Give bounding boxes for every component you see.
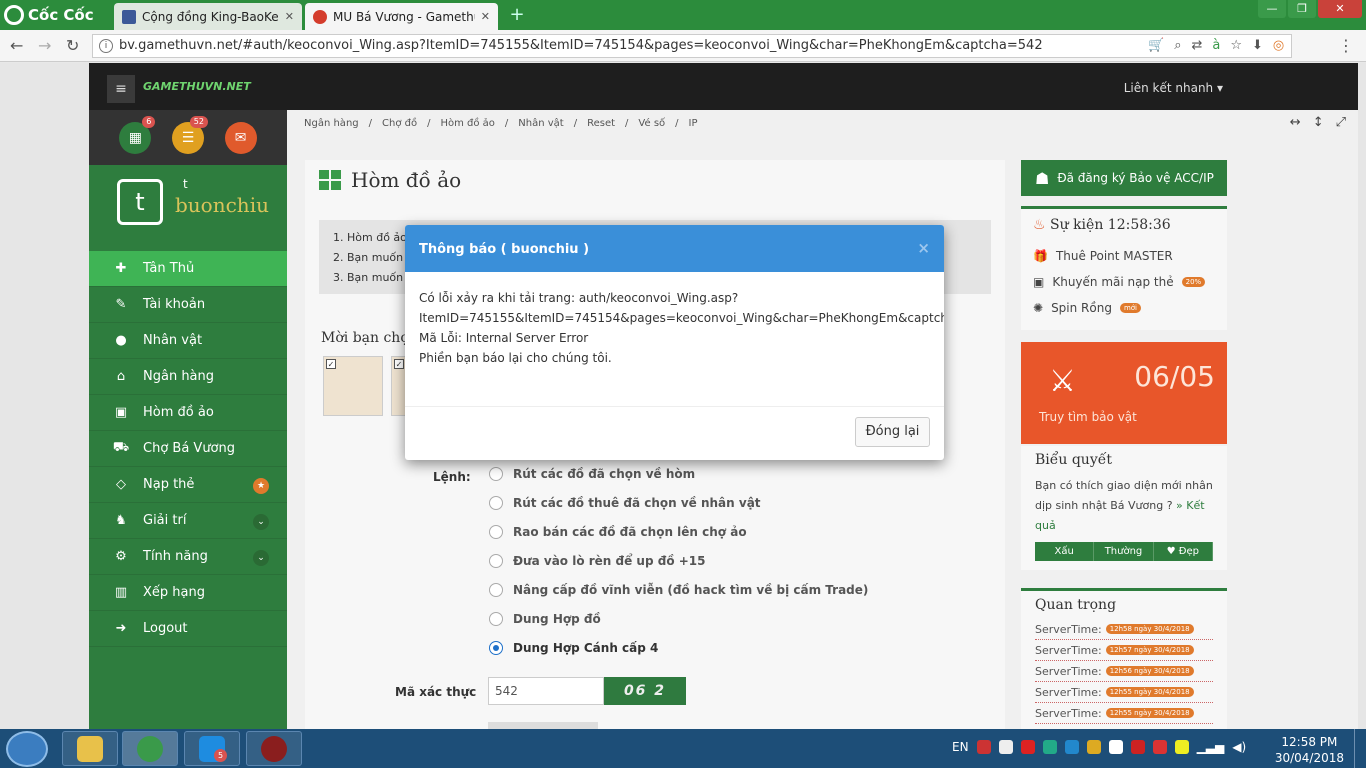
coccoc-icon [137,735,163,762]
taskbar-clock[interactable]: 12:58 PM 30/04/2018 [1275,734,1344,766]
taskbar-coccoc[interactable] [122,731,178,766]
maximize-icon[interactable]: ❐ [1288,0,1316,18]
show-desktop-button[interactable] [1354,729,1366,768]
new-tab-icon[interactable]: + [507,4,527,26]
zoom-icon[interactable]: ⌕ [1174,38,1181,53]
coccoc-logo-icon [4,5,24,25]
modal-close-icon[interactable]: × [917,239,930,257]
tray-app-icon[interactable] [1174,740,1189,754]
minimize-icon[interactable]: — [1258,0,1286,18]
site-info-icon[interactable]: i [99,39,113,53]
modal-footer: Đóng lại [405,406,944,460]
url-text: bv.gamethuvn.net/#auth/keoconvoi_Wing.as… [119,38,1043,53]
language-indicator[interactable]: EN [952,740,969,754]
url-input[interactable]: i bv.gamethuvn.net/#auth/keoconvoi_Wing.… [92,34,1292,58]
back-icon[interactable]: ← [10,36,23,55]
close-button[interactable]: Đóng lại [855,417,930,447]
modal-message: Phiền bạn báo lại cho chúng tôi. [419,351,612,365]
clock-date: 30/04/2018 [1274,751,1344,765]
forward-icon[interactable]: → [38,36,51,55]
translate-icon[interactable]: ⇄ [1191,38,1202,53]
taskbar-explorer[interactable] [62,731,118,766]
vietnamese-input-icon[interactable]: à [1212,38,1220,53]
tray-app-icon[interactable] [1064,740,1079,754]
tab-mu-ba-vuong[interactable]: MU Bá Vương - GamethuV ✕ [305,3,498,30]
browser-brand[interactable]: Cốc Cốc [4,4,94,26]
tab-title: MU Bá Vương - GamethuV [333,9,475,24]
tab-facebook[interactable]: Cộng đồng King-BaoKeBV ✕ [114,3,302,30]
modal-header: Thông báo ( buonchiu ) × [405,225,944,272]
tray-app-icon[interactable] [1152,740,1167,754]
browser-tab-bar: Cốc Cốc Cộng đồng King-BaoKeBV ✕ MU Bá V… [0,0,1366,30]
taskbar-mu-game[interactable] [246,731,302,766]
modal-message: Có lỗi xảy ra khi tải trang: auth/keocon… [419,291,739,305]
taskbar-zalo[interactable]: 5 [184,731,240,766]
modal-title: Thông báo ( buonchiu ) [419,242,590,257]
modal-message: ItemID=745155&ItemID=745154&pages=keocon… [419,311,944,325]
download-icon[interactable]: ⬇ [1252,38,1263,53]
tray-app-icon[interactable] [998,740,1013,754]
window-close-icon[interactable]: ✕ [1318,0,1362,18]
network-signal-icon[interactable]: ▁▃▅ [1197,740,1225,754]
coccoc-extension-icon[interactable]: ◎ [1273,38,1284,53]
tray-app-icon[interactable] [1108,740,1123,754]
tray-app-icon[interactable] [1086,740,1101,754]
tray-app-icon[interactable] [1020,740,1035,754]
window-controls: — ❐ ✕ [1258,0,1362,18]
zalo-badge: 5 [214,749,227,762]
modal-error-code: Mã Lỗi: Internal Server Error [419,331,589,345]
modal-body: Có lỗi xảy ra khi tải trang: auth/keocon… [405,272,944,406]
notification-modal: Thông báo ( buonchiu ) × Có lỗi xảy ra k… [405,225,944,460]
mu-game-icon [261,735,287,762]
facebook-icon [122,9,136,24]
windows-taskbar: 5 EN ▁▃▅ ◀) 12:58 PM 30/04/2018 [0,729,1366,768]
tray-app-icon[interactable] [1042,740,1057,754]
tab-title: Cộng đồng King-BaoKeBV [142,9,279,24]
address-bar: ← → ↻ i bv.gamethuvn.net/#auth/keoconvoi… [0,30,1366,62]
address-bar-icons: 🛒 ⌕ ⇄ à ☆ ⬇ ◎ [1148,38,1284,53]
system-tray: EN ▁▃▅ ◀) [952,740,1246,754]
browser-menu-icon[interactable]: ⋮ [1338,36,1354,55]
start-button[interactable] [6,731,48,767]
tab-close-icon[interactable]: ✕ [481,10,490,23]
bookmark-star-icon[interactable]: ☆ [1230,38,1242,53]
cart-icon[interactable]: 🛒 [1148,38,1164,53]
clock-time: 12:58 PM [1281,735,1338,749]
tray-app-icon[interactable] [976,740,991,754]
tray-app-icon[interactable] [1130,740,1145,754]
reload-icon[interactable]: ↻ [66,36,79,55]
folder-icon [77,735,103,762]
mu-favicon-icon [313,9,327,24]
volume-icon[interactable]: ◀) [1232,740,1246,754]
browser-brand-label: Cốc Cốc [28,6,94,24]
tab-close-icon[interactable]: ✕ [285,10,294,23]
